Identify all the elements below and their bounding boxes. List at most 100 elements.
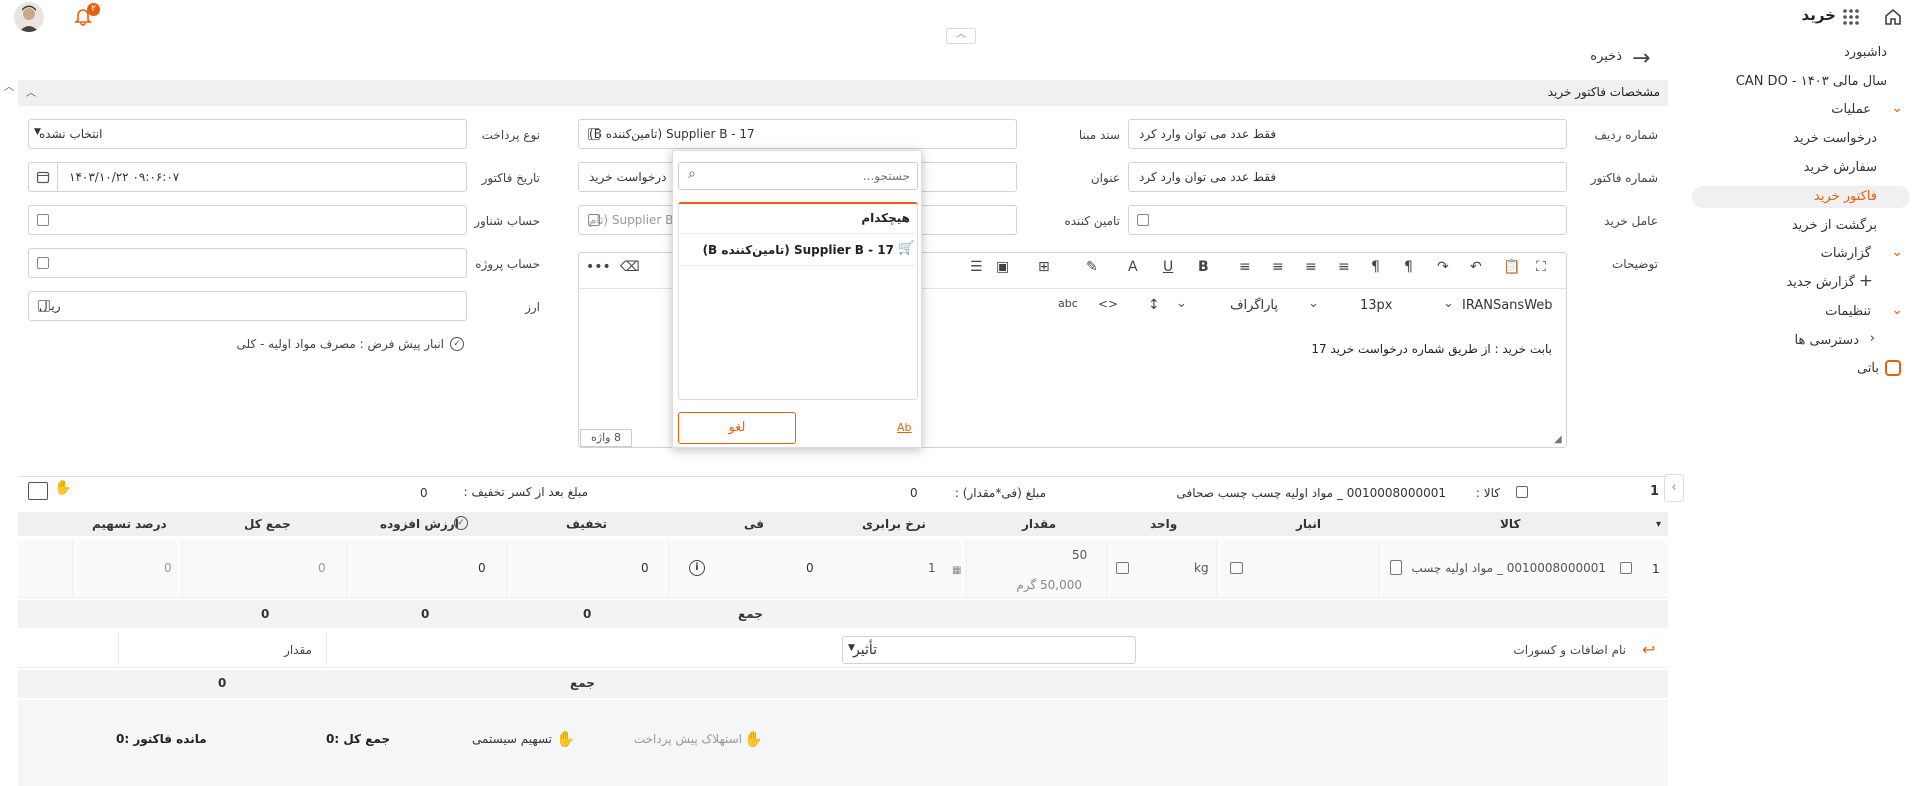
redo-icon[interactable]: ↷ bbox=[1437, 259, 1449, 275]
vat-cell: 0 bbox=[478, 561, 486, 575]
sidebar-item-purchase-invoice[interactable]: فاکتور خرید bbox=[1814, 189, 1877, 204]
avatar[interactable] bbox=[14, 2, 44, 32]
sum-label: جمع bbox=[738, 607, 763, 621]
sidebar-item-purchase-return[interactable]: برگشت از خرید bbox=[1792, 218, 1877, 233]
comment-icon[interactable] bbox=[28, 482, 48, 500]
footer-remaining: مانده فاکتور :0 bbox=[116, 732, 207, 746]
chevron-down-icon[interactable]: ⌄ bbox=[1891, 244, 1903, 260]
lookup-icon bbox=[588, 128, 600, 140]
highlight-icon[interactable]: ✎ bbox=[1086, 259, 1098, 275]
dropdown-search-input[interactable] bbox=[706, 166, 910, 186]
side-expand-button[interactable]: ‹ bbox=[1664, 474, 1684, 502]
effect-select[interactable]: تأثیر bbox=[842, 636, 1136, 664]
return-arrow-icon[interactable]: ↩ bbox=[1642, 640, 1655, 659]
sidebar-item-operations[interactable]: عملیات bbox=[1831, 102, 1871, 117]
qty-cell[interactable]: 50 bbox=[1072, 548, 1087, 562]
fullscreen-icon[interactable]: ⛶ bbox=[1536, 259, 1546, 275]
sidebar-item-company[interactable]: CAN DO - سال مالی ۱۴۰۳ bbox=[1736, 74, 1887, 89]
align-left-icon[interactable]: ≡ bbox=[1338, 259, 1350, 275]
project-account-input[interactable] bbox=[28, 248, 467, 278]
line-height-icon[interactable]: ↕ bbox=[1148, 297, 1160, 313]
payment-type-select[interactable]: انتخاب نشده bbox=[28, 119, 467, 149]
paste-icon[interactable]: 📋 bbox=[1503, 259, 1520, 275]
currency-input[interactable]: ریال bbox=[28, 291, 467, 321]
text-color-icon[interactable]: A bbox=[1128, 259, 1138, 275]
align-justify-icon[interactable]: ≡ bbox=[1239, 259, 1251, 275]
list-icon[interactable]: ☰ bbox=[970, 259, 983, 275]
sidebar-item-dashboard[interactable]: داشبورد bbox=[1844, 45, 1887, 60]
more-options-icon[interactable]: ••• bbox=[586, 259, 611, 275]
share-cell[interactable]: 0 bbox=[164, 561, 172, 575]
rtl-paragraph-icon[interactable]: ¶ bbox=[1404, 259, 1413, 275]
sidebar-item-settings[interactable]: تنظیمات bbox=[1825, 304, 1871, 319]
document-icon[interactable] bbox=[1390, 560, 1402, 575]
underline-icon[interactable]: U bbox=[1163, 259, 1173, 275]
back-arrow-icon[interactable]: → bbox=[1632, 46, 1650, 71]
spellcheck-icon[interactable]: abc bbox=[1058, 297, 1078, 310]
description-label: توضیحات bbox=[1611, 257, 1658, 271]
paragraph-select[interactable]: پاراگراف bbox=[1218, 298, 1278, 313]
discount-cell[interactable]: 0 bbox=[641, 561, 649, 575]
font-family-select[interactable]: IRANSansWeb bbox=[1462, 298, 1553, 313]
clear-format-icon[interactable]: ⌫ bbox=[620, 259, 640, 275]
lookup-icon bbox=[37, 214, 49, 226]
save-button[interactable]: ذخیره bbox=[1570, 49, 1622, 64]
info-icon[interactable]: i bbox=[689, 560, 705, 576]
divider bbox=[18, 476, 1668, 477]
page-collapse-icon[interactable]: ︿ bbox=[4, 78, 14, 93]
currency-label: ارز bbox=[525, 300, 540, 314]
warehouse-lookup-icon[interactable] bbox=[1230, 562, 1243, 574]
check-circle-icon: ✓ bbox=[454, 516, 468, 530]
sidebar-item-new-report[interactable]: گزارش جدید bbox=[1786, 275, 1855, 290]
cancel-button[interactable]: لغو bbox=[678, 412, 796, 444]
source-doc-input[interactable]: Supplier B - 17 (تامین‌کننده B) bbox=[578, 119, 1017, 149]
system-share-label[interactable]: تسهیم سیستمی bbox=[460, 732, 552, 746]
floating-account-input[interactable] bbox=[28, 205, 467, 235]
grid-sort-icon[interactable]: ▾ bbox=[1656, 519, 1661, 530]
bold-icon[interactable]: B bbox=[1198, 259, 1209, 275]
ab-toggle-button[interactable]: Ab bbox=[897, 421, 912, 434]
panel-collapse-icon[interactable]: ︿ bbox=[26, 84, 36, 99]
item-cell[interactable]: 0010008000001 _ مواد اولیه چسب bbox=[1411, 561, 1606, 575]
unit-cell[interactable]: kg bbox=[1194, 561, 1209, 575]
sidebar-item-access[interactable]: دسترسی ها bbox=[1795, 333, 1859, 348]
app-title: خرید bbox=[1801, 6, 1836, 24]
unit-lookup-icon[interactable] bbox=[1116, 562, 1129, 574]
rate-cell[interactable]: 1 bbox=[928, 561, 936, 575]
col-qty: مقدار bbox=[1022, 517, 1057, 531]
dropdown-arrow-icon: ▼ bbox=[34, 127, 41, 137]
code-view-icon[interactable]: <> bbox=[1098, 297, 1118, 311]
sidebar-item-bot[interactable]: باتی bbox=[1857, 361, 1879, 376]
calendar-icon[interactable] bbox=[28, 162, 58, 192]
col-total: جمع کل bbox=[244, 517, 291, 531]
cash-hand-icon[interactable]: ✋ bbox=[54, 480, 71, 496]
font-size-select[interactable]: 13px bbox=[1360, 298, 1393, 313]
resize-handle-icon[interactable]: ◢ bbox=[1554, 434, 1562, 445]
image-icon[interactable]: ▣ bbox=[996, 259, 1009, 275]
sidebar-item-reports[interactable]: گزارشات bbox=[1821, 246, 1871, 261]
sidebar-item-purchase-order[interactable]: سفارش خرید bbox=[1804, 160, 1877, 175]
buyer-agent-input[interactable] bbox=[1128, 205, 1567, 235]
dropdown-option-none[interactable]: هیچکدام bbox=[690, 211, 910, 225]
lookup-icon bbox=[1137, 214, 1149, 226]
ltr-paragraph-icon[interactable]: ¶ bbox=[1371, 259, 1380, 275]
align-right-icon[interactable]: ≡ bbox=[1272, 259, 1284, 275]
home-icon[interactable] bbox=[1882, 6, 1904, 28]
invoice-date-input[interactable]: ۱۴۰۳/۱۰/۲۲ ۰۹:۰۶:۰۷ bbox=[28, 162, 467, 192]
table-icon[interactable]: ⊞ bbox=[1038, 259, 1050, 275]
chevron-down-icon[interactable]: ⌄ bbox=[1891, 100, 1903, 116]
invoice-number-input[interactable]: فقط عدد می توان وارد کرد bbox=[1128, 162, 1567, 192]
align-center-icon[interactable]: ≡ bbox=[1305, 259, 1317, 275]
prepayment-label[interactable]: استهلاک پیش پرداخت bbox=[618, 732, 742, 746]
row-number-input[interactable]: فقط عدد می توان وارد کرد bbox=[1128, 119, 1567, 149]
apps-grid-icon[interactable] bbox=[1840, 6, 1862, 28]
sidebar-item-purchase-request[interactable]: درخواست خرید bbox=[1793, 131, 1877, 146]
plus-icon: + bbox=[1858, 271, 1873, 291]
price-cell[interactable]: 0 bbox=[806, 561, 814, 575]
dropdown-option-supplier[interactable]: Supplier B - 17 (تامین‌کننده B) bbox=[700, 243, 894, 257]
chevron-down-icon[interactable]: ⌄ bbox=[1891, 302, 1903, 318]
editor-content[interactable]: بابت خرید : از طریق شماره درخواست خرید 1… bbox=[900, 342, 1552, 356]
collapse-top-button[interactable]: ︿ bbox=[946, 28, 976, 44]
top-bar: خرید ۲ ︿ bbox=[0, 0, 1919, 44]
undo-icon[interactable]: ↶ bbox=[1470, 259, 1482, 275]
